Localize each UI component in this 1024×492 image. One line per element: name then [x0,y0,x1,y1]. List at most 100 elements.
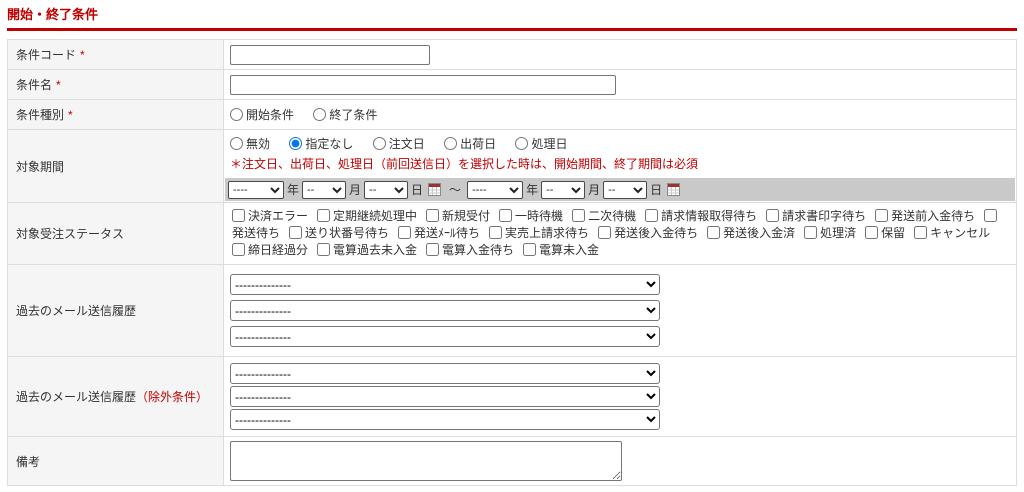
checkbox-label: 締日経過分 [248,243,309,257]
checkbox-label: キャンセル [930,226,991,240]
start-year-select[interactable]: ---- [228,180,284,199]
condition-form-table: 条件コード * 条件名 * 条件種別 * 開始条件 終了条件 対象期間 無効 指定な [7,39,1017,486]
radio-input[interactable] [313,108,327,121]
day-unit: 日 [411,183,424,197]
status-checkbox[interactable]: 新規受付 [426,209,490,223]
status-checkbox[interactable]: 電算過去未入金 [317,243,417,257]
remarks-textarea[interactable] [230,441,622,481]
radio-end-condition[interactable]: 終了条件 [313,108,377,122]
status-checkbox[interactable]: 一時待機 [499,209,563,223]
mail-history-selects: -------------- -------------- ------------… [223,264,1017,357]
mail-history-exclude-select[interactable]: -------------- [230,363,660,384]
status-checkbox[interactable]: 請求情報取得待ち [645,209,757,223]
mail-history-exclude-select[interactable]: -------------- [230,409,660,430]
status-checkbox[interactable]: 発送後入金待ち [598,226,698,240]
start-month-select[interactable]: -- [302,180,347,199]
checkbox-label: 決済エラー [248,209,309,223]
status-checkbox[interactable]: 処理済 [804,226,856,240]
radio-not-specified[interactable]: 指定なし [289,137,353,151]
mail-history-exclude-select[interactable]: -------------- [230,386,660,407]
radio-input[interactable] [230,137,243,150]
radio-input[interactable] [289,137,303,150]
row-condition-name: 条件名 * [7,69,1017,100]
checkbox-input[interactable] [804,226,818,239]
radio-input[interactable] [444,137,458,150]
start-calendar-icon[interactable] [428,183,442,196]
checkbox-input[interactable] [598,226,612,239]
checkbox-input[interactable] [499,209,513,222]
radio-start-condition[interactable]: 開始条件 [230,108,294,122]
checkbox-input[interactable] [232,243,245,256]
checkbox-input[interactable] [426,209,440,222]
checkbox-input[interactable] [645,209,659,222]
checkbox-input[interactable] [766,209,780,222]
mail-history-select[interactable]: -------------- [230,274,660,295]
checkbox-label: 発送待ち [232,226,281,240]
year-unit: 年 [526,183,539,197]
checkbox-label: 一時待機 [515,209,564,223]
radio-order-date[interactable]: 注文日 [372,137,425,151]
checkbox-label: 発送後入金済 [723,226,796,240]
status-checkbox[interactable]: 保留 [865,226,905,240]
date-range-bar: ---- 年 -- 月 -- 日 ～ ---- 年 -- 月 -- 日 [225,178,1015,201]
radio-input[interactable] [230,108,243,121]
page: 開始・終了条件 条件コード * 条件名 * 条件種別 * 開始条件 終了条件 対象期間 [0,0,1024,492]
status-checkbox[interactable]: 発送後入金済 [707,226,795,240]
condition-name-input[interactable] [230,74,616,95]
checkbox-input[interactable] [865,226,879,239]
year-unit: 年 [287,183,300,197]
status-checkbox[interactable]: 送り状番号待ち [289,226,389,240]
end-calendar-icon[interactable] [667,183,681,196]
row-target-period: 対象期間 無効 指定なし 注文日 出荷日 処理日 ＊注文日、出荷日、処理日（前回… [7,129,1017,203]
row-mail-history-exclude: 過去のメール送信履歴（除外条件） -------------- ---------… [7,356,1017,437]
status-checkbox[interactable]: 定期継続処理中 [317,209,417,223]
checkbox-input[interactable] [317,209,331,222]
end-month-select[interactable]: -- [541,180,586,199]
checkbox-input[interactable] [914,226,928,239]
checkbox-input[interactable] [398,226,412,239]
checkbox-label: 処理済 [820,226,857,240]
status-checkbox[interactable]: 決済エラー [232,209,308,223]
status-checkbox[interactable]: 二次待機 [572,209,636,223]
row-condition-type: 条件種別 * 開始条件 終了条件 [7,99,1017,130]
checkbox-input[interactable] [875,209,889,222]
status-checkbox[interactable]: 請求書印字待ち [766,209,866,223]
checkbox-input[interactable] [232,209,245,222]
mail-history-select[interactable]: -------------- [230,300,660,321]
radio-ship-date[interactable]: 出荷日 [444,137,496,151]
radio-input[interactable] [515,137,529,150]
checkbox-input[interactable] [523,243,537,256]
status-checkbox[interactable]: 締日経過分 [232,243,308,257]
end-day-select[interactable]: -- [603,180,648,199]
radio-process-date[interactable]: 処理日 [515,137,567,151]
day-unit: 日 [650,183,663,197]
checkbox-input[interactable] [426,243,440,256]
status-checkbox[interactable]: 実売上請求待ち [489,226,589,240]
target-period-radios: 無効 指定なし 注文日 出荷日 処理日 [230,135,1010,152]
mail-history-exclude-selects: -------------- -------------- ------------… [223,356,1017,437]
checkbox-input[interactable] [317,243,331,256]
status-checkbox[interactable]: 発送ﾒｰﾙ待ち [398,226,480,240]
checkbox-label: 請求情報取得待ち [661,209,758,223]
status-checkbox[interactable]: 電算入金待ち [426,243,514,257]
radio-input[interactable] [372,137,386,150]
status-checkbox[interactable]: キャンセル [914,226,990,240]
condition-code-label: 条件コード * [7,39,224,70]
month-unit: 月 [349,183,362,197]
condition-code-input[interactable] [230,44,430,65]
checkbox-input[interactable] [572,209,586,222]
checkbox-label: 定期継続処理中 [333,209,418,223]
checkbox-input[interactable] [289,226,303,239]
radio-disabled[interactable]: 無効 [230,137,270,151]
checkbox-input[interactable] [489,226,503,239]
order-status-checkboxes: 決済エラー 定期継続処理中 新規受付 一時待機 二次待機 請求情報取得待ち 請求書印字待ち発… [223,202,1017,265]
mail-history-select[interactable]: -------------- [230,326,660,347]
order-status-label: 対象受注ステータス [7,202,224,265]
condition-name-label: 条件名 * [7,69,224,100]
checkbox-input[interactable] [707,226,721,239]
checkbox-input[interactable] [984,209,998,222]
end-year-select[interactable]: ---- [467,180,524,199]
start-day-select[interactable]: -- [364,180,409,199]
status-checkbox[interactable]: 発送前入金待ち [875,209,975,223]
status-checkbox[interactable]: 電算未入金 [523,243,599,257]
